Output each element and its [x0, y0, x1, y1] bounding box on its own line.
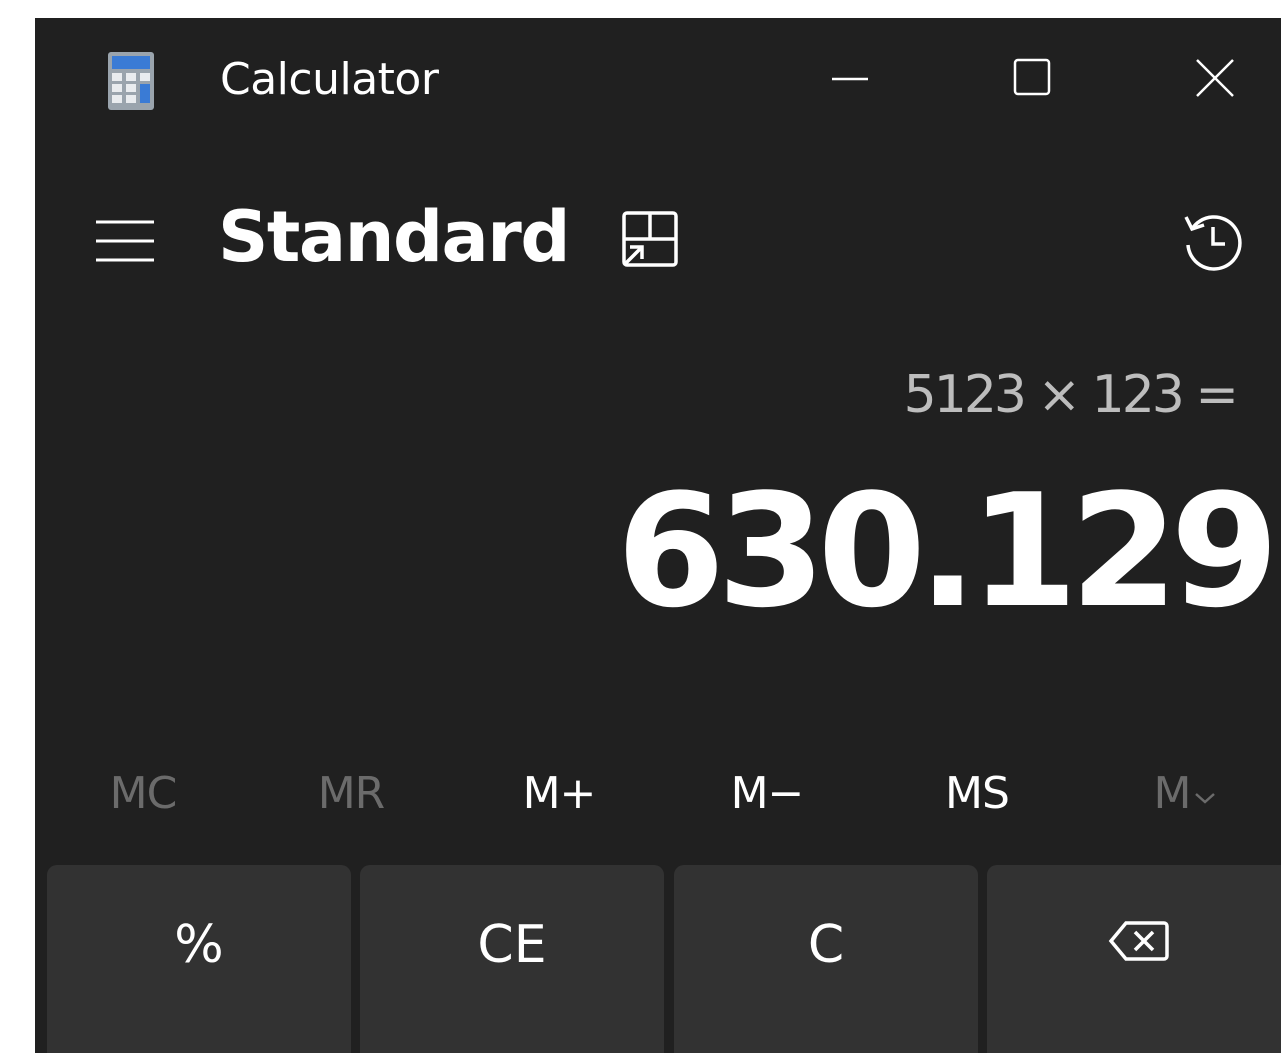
result-display: 630.129	[616, 460, 1279, 642]
history-button[interactable]	[1175, 206, 1251, 282]
memory-subtract-button[interactable]: M−	[677, 758, 857, 828]
keep-on-top-icon	[618, 209, 680, 275]
minimize-icon	[830, 58, 870, 98]
minimize-button[interactable]	[795, 38, 905, 118]
clear-label: C	[807, 915, 845, 975]
close-icon	[1194, 57, 1236, 99]
calculator-app-icon	[108, 52, 154, 110]
navigation-menu-button[interactable]	[85, 213, 165, 273]
clear-entry-label: CE	[477, 915, 547, 975]
backspace-button[interactable]	[987, 865, 1281, 1053]
maximize-button[interactable]	[978, 38, 1088, 118]
window-title: Calculator	[220, 54, 439, 105]
mode-title: Standard	[218, 196, 570, 278]
memory-list-button[interactable]: M	[1095, 758, 1275, 828]
clear-button[interactable]: C	[674, 865, 978, 1053]
chevron-down-icon	[1194, 779, 1216, 812]
calculator-window: Calculator Standard 5123 × 123 = 630.129…	[35, 18, 1281, 1053]
calculator-header: Standard	[35, 188, 1281, 298]
clear-entry-button[interactable]: CE	[360, 865, 664, 1053]
expression-display: 5123 × 123 =	[903, 365, 1239, 425]
memory-recall-button[interactable]: MR	[261, 758, 441, 828]
memory-clear-button[interactable]: MC	[53, 758, 233, 828]
keep-on-top-button[interactable]	[613, 206, 685, 278]
memory-list-label: M	[1153, 767, 1192, 819]
memory-add-button[interactable]: M+	[469, 758, 649, 828]
percent-label: %	[174, 915, 224, 975]
hamburger-menu-icon	[94, 218, 156, 268]
history-icon	[1180, 209, 1246, 279]
backspace-icon	[1108, 915, 1170, 975]
memory-store-button[interactable]: MS	[887, 758, 1067, 828]
close-button[interactable]	[1160, 38, 1270, 118]
title-bar[interactable]: Calculator	[35, 18, 1281, 144]
percent-button[interactable]: %	[47, 865, 351, 1053]
memory-row: MC MR M+ M− MS M	[35, 758, 1281, 828]
maximize-icon	[1013, 58, 1053, 98]
